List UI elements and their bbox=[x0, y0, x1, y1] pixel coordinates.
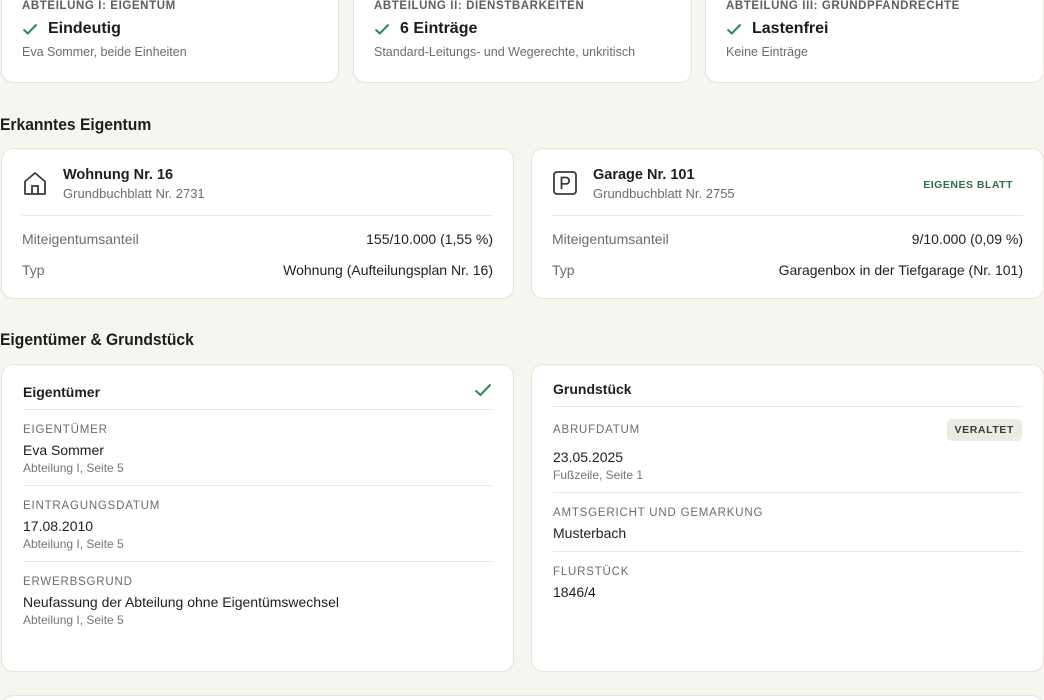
summary-note: Standard-Leitungs- und Wegerechte, unkri… bbox=[374, 45, 636, 59]
property-title: Garage Nr. 101 bbox=[593, 167, 695, 183]
summary-card-abteilung-1: ABTEILUNG I: EIGENTUM Eindeutig Eva Somm… bbox=[1, 0, 339, 83]
summary-status: Lastenfrei bbox=[752, 20, 829, 37]
summary-note: Keine Einträge bbox=[726, 45, 809, 59]
section-title-property: Erkanntes Eigentum bbox=[0, 115, 152, 134]
property-title: Wohnung Nr. 16 bbox=[63, 167, 174, 183]
field-value: 17.08.2010 bbox=[23, 518, 94, 534]
property-type-row: Typ Wohnung (Aufteilungsplan Nr. 16) bbox=[22, 262, 493, 278]
type-label: Typ bbox=[22, 262, 45, 278]
property-type-row: Typ Garagenbox in der Tiefgarage (Nr. 10… bbox=[552, 262, 1023, 278]
field-label: FLURSTÜCK bbox=[553, 566, 630, 578]
summary-status: 6 Einträge bbox=[400, 20, 478, 37]
type-value: Wohnung (Aufteilungsplan Nr. 16) bbox=[283, 262, 493, 278]
owner-field: EIGENTÜMER Eva Sommer Abteilung I, Seite… bbox=[23, 410, 492, 486]
property-share-row: Miteigentumsanteil 9/10.000 (0,09 %) bbox=[552, 231, 1023, 247]
share-value: 155/10.000 (1,55 %) bbox=[366, 231, 493, 247]
registration-date-field: EINTRAGUNGSDATUM 17.08.2010 Abteilung I,… bbox=[23, 486, 492, 562]
own-sheet-badge: EIGENES BLATT bbox=[923, 179, 1013, 191]
owner-card: Eigentümer EIGENTÜMER Eva Sommer Abteilu… bbox=[1, 364, 514, 672]
type-label: Typ bbox=[552, 262, 575, 278]
field-label: ABRUFDATUM bbox=[553, 424, 641, 436]
plot-card: Grundstück ABRUFDATUM VERALTET 23.05.202… bbox=[531, 364, 1044, 672]
plot-card-title: Grundstück bbox=[553, 381, 632, 397]
field-source: Abteilung I, Seite 5 bbox=[23, 537, 124, 551]
field-source: Abteilung I, Seite 5 bbox=[23, 461, 124, 475]
field-value: 23.05.2025 bbox=[553, 449, 624, 465]
check-icon bbox=[22, 23, 38, 35]
field-value: Musterbach bbox=[553, 525, 627, 541]
share-label: Miteigentumsanteil bbox=[22, 231, 139, 247]
summary-heading: ABTEILUNG II: DIENSTBARKEITEN bbox=[374, 0, 585, 12]
check-icon bbox=[726, 23, 742, 35]
retrieval-date-field: ABRUFDATUM VERALTET 23.05.2025 Fußzeile,… bbox=[553, 407, 1022, 493]
property-subtitle: Grundbuchblatt Nr. 2755 bbox=[593, 186, 735, 201]
summary-status: Eindeutig bbox=[48, 20, 121, 37]
next-card-edge bbox=[1, 695, 1044, 700]
home-icon bbox=[22, 170, 48, 196]
field-value: 1846/4 bbox=[553, 584, 596, 600]
summary-note: Eva Sommer, beide Einheiten bbox=[22, 45, 187, 59]
parking-icon bbox=[552, 170, 578, 196]
summary-heading: ABTEILUNG I: EIGENTUM bbox=[22, 0, 176, 12]
check-icon bbox=[474, 383, 492, 400]
field-source: Abteilung I, Seite 5 bbox=[23, 613, 124, 627]
summary-card-abteilung-2: ABTEILUNG II: DIENSTBARKEITEN 6 Einträge… bbox=[353, 0, 692, 83]
owner-card-title: Eigentümer bbox=[23, 383, 101, 400]
field-source: Fußzeile, Seite 1 bbox=[553, 468, 644, 482]
check-icon bbox=[374, 23, 390, 35]
field-label: AMTSGERICHT UND GEMARKUNG bbox=[553, 507, 764, 519]
share-label: Miteigentumsanteil bbox=[552, 231, 669, 247]
field-label: EINTRAGUNGSDATUM bbox=[23, 500, 161, 512]
field-value: Neufassung der Abteilung ohne Eigentümsw… bbox=[23, 594, 339, 610]
parcel-field: FLURSTÜCK 1846/4 bbox=[553, 552, 1022, 610]
field-label: ERWERBSGRUND bbox=[23, 576, 133, 588]
section-title-owner: Eigentümer & Grundstück bbox=[0, 330, 194, 349]
court-district-field: AMTSGERICHT UND GEMARKUNG Musterbach bbox=[553, 493, 1022, 552]
field-label: EIGENTÜMER bbox=[23, 424, 108, 436]
property-card-apartment[interactable]: Wohnung Nr. 16 Grundbuchblatt Nr. 2731 M… bbox=[1, 148, 514, 299]
field-value: Eva Sommer bbox=[23, 442, 104, 458]
summary-card-abteilung-3: ABTEILUNG III: GRUNDPFANDRECHTE Lastenfr… bbox=[705, 0, 1044, 83]
property-card-garage[interactable]: Garage Nr. 101 Grundbuchblatt Nr. 2755 E… bbox=[531, 148, 1044, 299]
property-share-row: Miteigentumsanteil 155/10.000 (1,55 %) bbox=[22, 231, 493, 247]
outdated-badge: VERALTET bbox=[946, 419, 1022, 441]
property-subtitle: Grundbuchblatt Nr. 2731 bbox=[63, 186, 205, 201]
type-value: Garagenbox in der Tiefgarage (Nr. 101) bbox=[778, 262, 1023, 278]
acquisition-reason-field: ERWERBSGRUND Neufassung der Abteilung oh… bbox=[23, 562, 492, 637]
summary-heading: ABTEILUNG III: GRUNDPFANDRECHTE bbox=[726, 0, 960, 12]
share-value: 9/10.000 (0,09 %) bbox=[911, 231, 1023, 247]
